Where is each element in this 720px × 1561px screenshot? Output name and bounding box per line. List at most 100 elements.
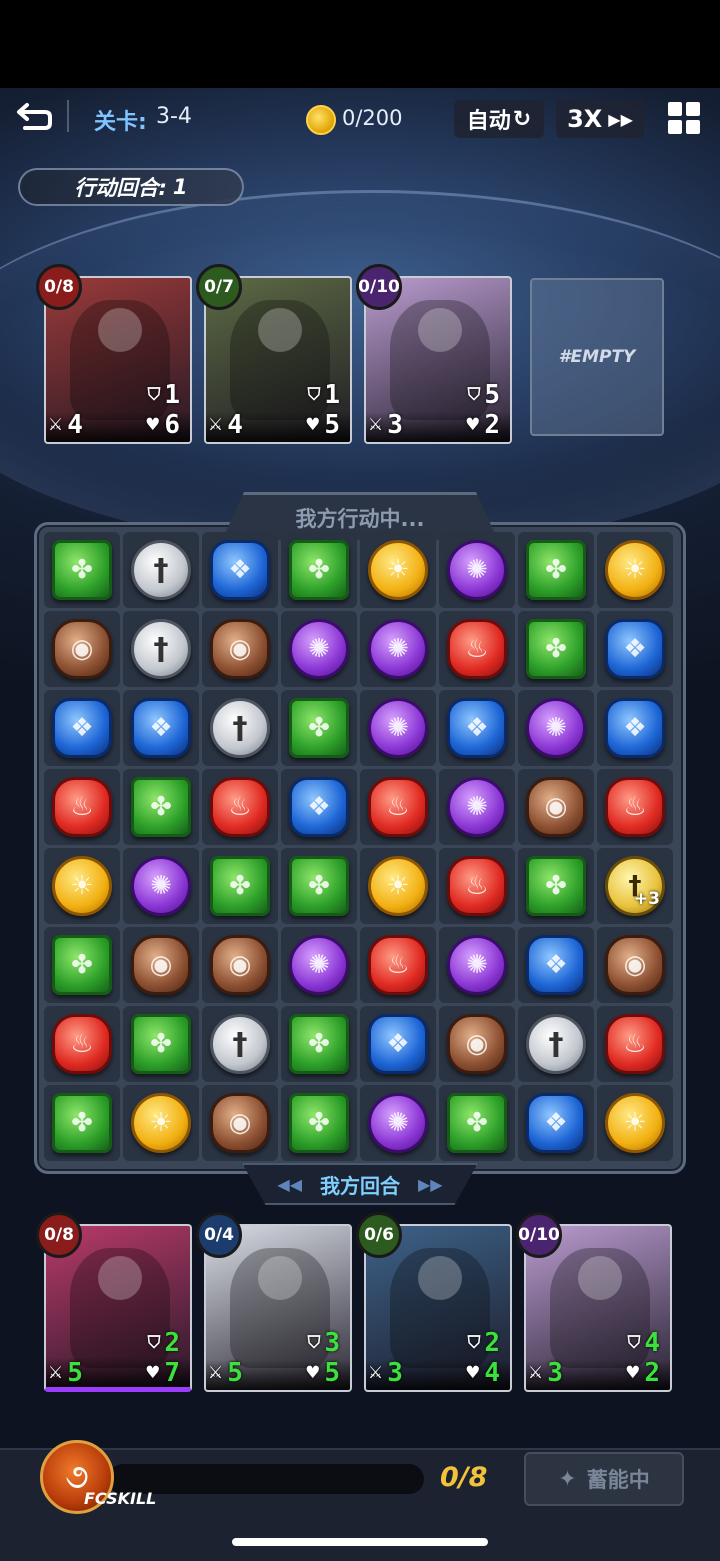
board-cell[interactable]: ◉ bbox=[597, 927, 673, 1003]
board-cell[interactable]: † bbox=[518, 1006, 594, 1082]
board-cell[interactable]: ✺ bbox=[439, 769, 515, 845]
board-cell[interactable]: ✤ bbox=[123, 769, 199, 845]
board-cell[interactable]: ❖ bbox=[518, 1085, 594, 1161]
board-cell[interactable]: † +3 bbox=[597, 848, 673, 924]
board-cell[interactable]: ♨ bbox=[597, 1006, 673, 1082]
blue-gem-icon: ❖ bbox=[605, 619, 665, 679]
shield-value: 3 bbox=[324, 1328, 340, 1358]
board-cell[interactable]: ❖ bbox=[439, 690, 515, 766]
board-cell[interactable]: ♨ bbox=[439, 611, 515, 687]
hp-value: 2 bbox=[484, 410, 500, 440]
board-cell[interactable]: ✺ bbox=[281, 927, 357, 1003]
board-cell[interactable]: ✺ bbox=[518, 690, 594, 766]
heart-icon: ♥ bbox=[305, 415, 321, 435]
board-cell[interactable]: † bbox=[202, 690, 278, 766]
board-cell[interactable]: ✤ bbox=[44, 532, 120, 608]
board-cell[interactable]: ✤ bbox=[281, 690, 357, 766]
enemy-card[interactable]: 0/10 ⛉ 5 ⚔ 3 ♥ 2 bbox=[356, 264, 512, 444]
board-cell[interactable]: ◉ bbox=[518, 769, 594, 845]
board-cell[interactable]: ✤ bbox=[44, 1085, 120, 1161]
player-card[interactable]: 0/4 ⛉ 3 ⚔ 5 ♥ 5 bbox=[196, 1212, 352, 1392]
board-cell[interactable]: ✺ bbox=[360, 690, 436, 766]
board-cell[interactable]: ◉ bbox=[439, 1006, 515, 1082]
sword-gem-icon: † bbox=[210, 1014, 270, 1074]
board-cell[interactable]: ✤ bbox=[518, 611, 594, 687]
heart-icon: ♥ bbox=[145, 1363, 161, 1383]
board-cell[interactable]: ♨ bbox=[360, 769, 436, 845]
board-cell[interactable]: ❖ bbox=[597, 690, 673, 766]
board-cell[interactable]: ✺ bbox=[123, 848, 199, 924]
board-cell[interactable]: ❖ bbox=[360, 1006, 436, 1082]
board-cell[interactable]: ✤ bbox=[202, 848, 278, 924]
board-cell[interactable]: ❖ bbox=[202, 532, 278, 608]
brown-gem-icon: ◉ bbox=[52, 619, 112, 679]
board-cell[interactable]: ✤ bbox=[281, 1006, 357, 1082]
blue-gem-icon: ❖ bbox=[526, 935, 586, 995]
board-cell[interactable]: ❖ bbox=[44, 690, 120, 766]
character-head bbox=[98, 1256, 142, 1300]
board-cell[interactable]: ❖ bbox=[518, 927, 594, 1003]
back-button[interactable] bbox=[12, 96, 56, 136]
yellow-gem-icon: ☀ bbox=[605, 540, 665, 600]
board-cell[interactable]: † bbox=[202, 1006, 278, 1082]
board-cell[interactable]: ☀ bbox=[597, 532, 673, 608]
board-cell[interactable]: ✤ bbox=[123, 1006, 199, 1082]
card-shield-stat: ⛉ 2 bbox=[148, 1328, 180, 1358]
menu-grid-button[interactable] bbox=[668, 102, 700, 134]
attack-value: 3 bbox=[387, 410, 403, 440]
board-cell[interactable]: ✤ bbox=[518, 532, 594, 608]
board-cell[interactable]: ❖ bbox=[123, 690, 199, 766]
board-cell[interactable]: ♨ bbox=[597, 769, 673, 845]
board-cell[interactable]: ☀ bbox=[360, 848, 436, 924]
player-card[interactable]: 0/8 ⛉ 2 ⚔ 5 ♥ 7 bbox=[36, 1212, 192, 1392]
board-cell[interactable]: ✤ bbox=[281, 532, 357, 608]
attack-value: 4 bbox=[227, 410, 243, 440]
board-cell[interactable]: ◉ bbox=[202, 611, 278, 687]
board-cell[interactable]: ✤ bbox=[281, 1085, 357, 1161]
board-cell[interactable]: ✺ bbox=[439, 532, 515, 608]
board-cell[interactable]: ❖ bbox=[281, 769, 357, 845]
enemy-card[interactable]: 0/8 ⛉ 1 ⚔ 4 ♥ 6 bbox=[36, 264, 192, 444]
card-hp-stat: ♥ 5 bbox=[305, 410, 340, 440]
board-cell[interactable]: ◉ bbox=[44, 611, 120, 687]
board-cell[interactable]: † bbox=[123, 611, 199, 687]
board-cell[interactable]: ✤ bbox=[518, 848, 594, 924]
shield-value: 5 bbox=[484, 380, 500, 410]
red-gem-icon: ♨ bbox=[210, 777, 270, 837]
board-cell[interactable]: ♨ bbox=[44, 769, 120, 845]
green-gem-icon: ✤ bbox=[289, 1014, 349, 1074]
board-cell[interactable]: ✺ bbox=[360, 611, 436, 687]
board-cell[interactable]: ✺ bbox=[360, 1085, 436, 1161]
speed-button[interactable]: 3X ▶▶ bbox=[556, 100, 644, 138]
hp-value: 5 bbox=[324, 1358, 340, 1388]
board-cell[interactable]: ☀ bbox=[44, 848, 120, 924]
green-gem-icon: ✤ bbox=[52, 935, 112, 995]
board-cell[interactable]: ☀ bbox=[597, 1085, 673, 1161]
magic-wand-icon: ✦ bbox=[558, 1466, 577, 1492]
auto-battle-button[interactable]: 自动 ↻ bbox=[454, 100, 544, 138]
board-cell[interactable]: ♨ bbox=[360, 927, 436, 1003]
board-cell[interactable]: ♨ bbox=[202, 769, 278, 845]
board-cell[interactable]: ◉ bbox=[202, 1085, 278, 1161]
player-card[interactable]: 0/10 ⛉ 4 ⚔ 3 ♥ 2 bbox=[516, 1212, 672, 1392]
board-cell[interactable]: ◉ bbox=[202, 927, 278, 1003]
board-cell[interactable]: ♨ bbox=[439, 848, 515, 924]
charging-button[interactable]: ✦ 蓄能中 bbox=[524, 1452, 684, 1506]
board-cell[interactable]: ✤ bbox=[281, 848, 357, 924]
board-cell[interactable]: ✤ bbox=[44, 927, 120, 1003]
board-cell[interactable]: ☀ bbox=[123, 1085, 199, 1161]
red-gem-icon: ♨ bbox=[605, 1014, 665, 1074]
action-turn-banner: 行动回合: 1 bbox=[18, 168, 244, 206]
board-cell[interactable]: ☀ bbox=[360, 532, 436, 608]
charging-label: 蓄能中 bbox=[586, 1468, 650, 1492]
board-cell[interactable]: ◉ bbox=[123, 927, 199, 1003]
enemy-card[interactable]: 0/7 ⛉ 1 ⚔ 4 ♥ 5 bbox=[196, 264, 352, 444]
player-card[interactable]: 0/6 ⛉ 2 ⚔ 3 ♥ 4 bbox=[356, 1212, 512, 1392]
board-cell[interactable]: ❖ bbox=[597, 611, 673, 687]
board-cell[interactable]: ✺ bbox=[439, 927, 515, 1003]
turn-owner-label: 我方回合 bbox=[320, 1173, 400, 1198]
board-cell[interactable]: † bbox=[123, 532, 199, 608]
board-cell[interactable]: ✺ bbox=[281, 611, 357, 687]
board-cell[interactable]: ♨ bbox=[44, 1006, 120, 1082]
board-cell[interactable]: ✤ bbox=[439, 1085, 515, 1161]
